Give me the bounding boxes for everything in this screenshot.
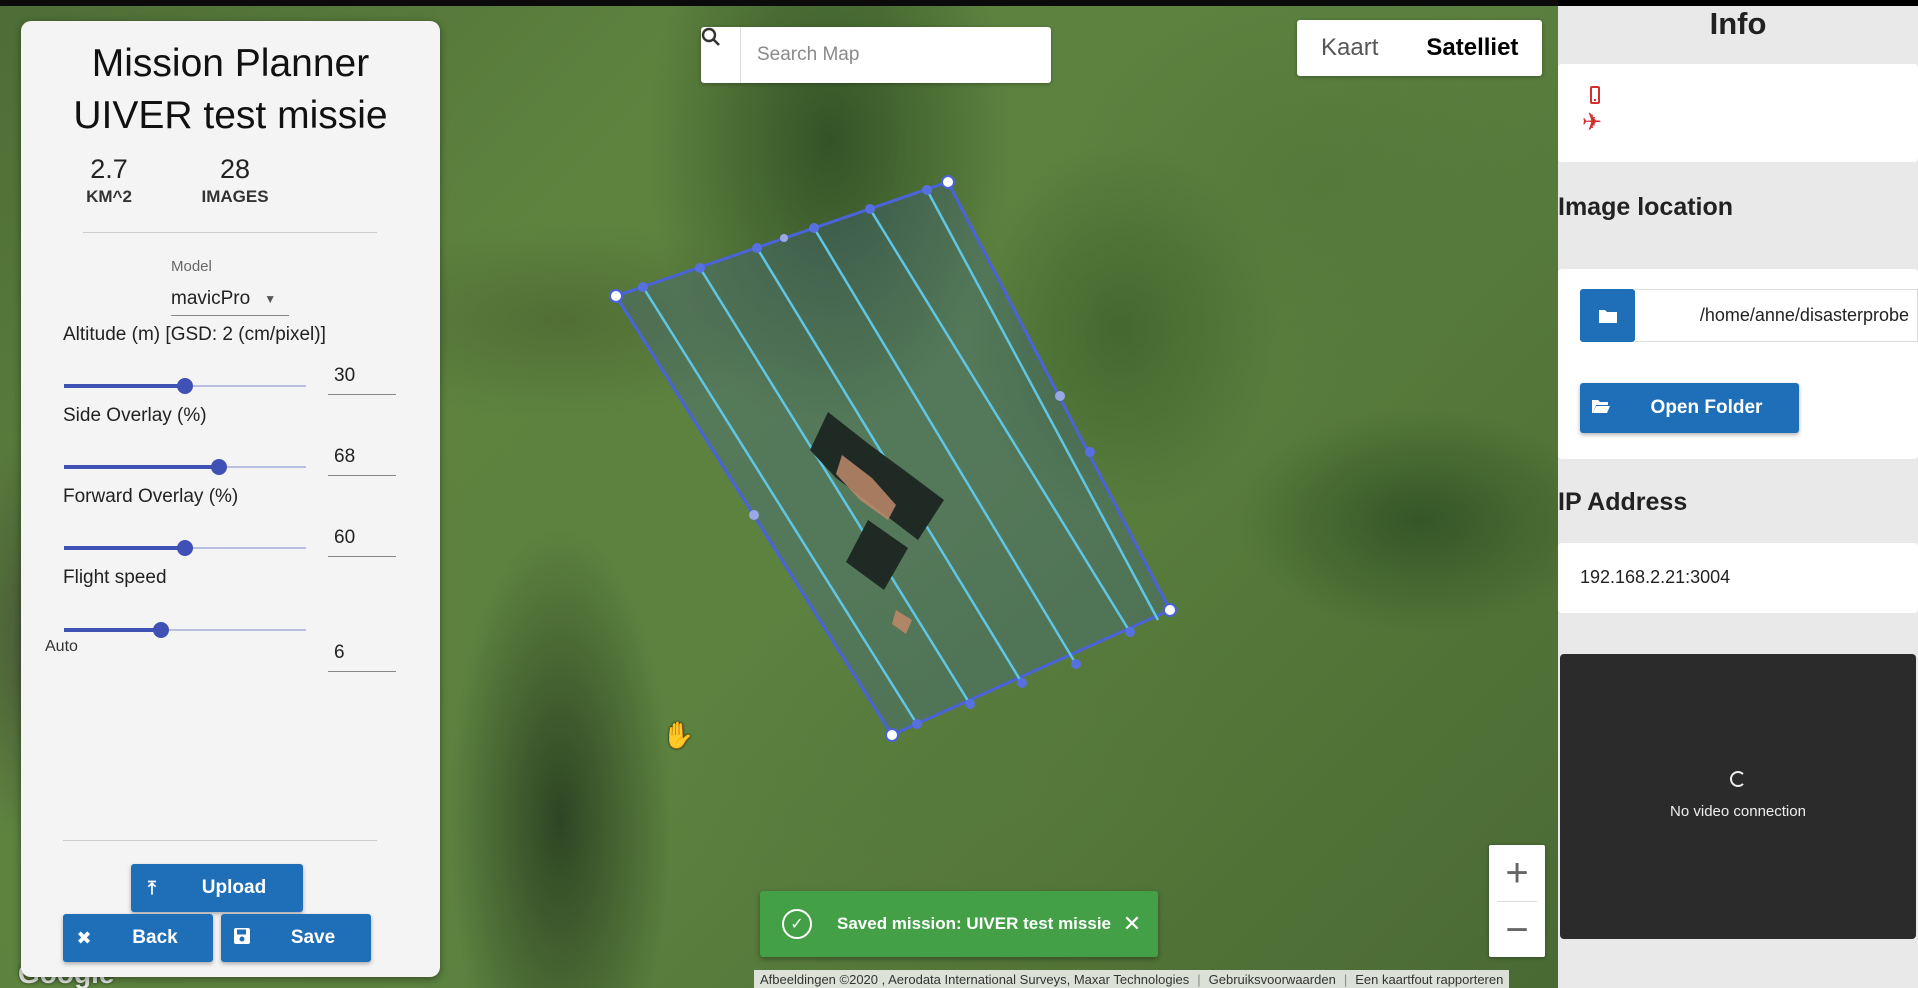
- chevron-down-icon: ▼: [264, 291, 277, 306]
- notification-message: Saved mission: UIVER test missie: [837, 914, 1111, 933]
- vertex-handle: [609, 289, 623, 303]
- loading-spinner-icon: [1730, 771, 1746, 787]
- search-input[interactable]: [741, 44, 1041, 66]
- area-stat: 2.7 KM^2: [64, 154, 154, 207]
- map-type-satelliet[interactable]: Satelliet: [1402, 20, 1542, 76]
- no-video-message: No video connection: [1670, 803, 1806, 820]
- images-unit: IMAGES: [201, 187, 269, 206]
- imagery-credit: Afbeeldingen ©2020 , Aerodata Internatio…: [760, 971, 1190, 987]
- model-select[interactable]: mavicPro ▼: [171, 282, 289, 316]
- report-error-link[interactable]: Een kaartfout rapporteren: [1355, 972, 1503, 987]
- ip-address-heading: IP Address: [1558, 488, 1688, 516]
- divider: [63, 840, 377, 841]
- zoom-out-button[interactable]: −: [1489, 902, 1545, 958]
- slider-thumb[interactable]: [177, 378, 193, 394]
- area-unit: KM^2: [86, 187, 132, 206]
- back-button[interactable]: ✖ Back: [63, 914, 213, 962]
- model-label: Model: [171, 258, 212, 275]
- flight-speed-label: Flight speed: [63, 567, 167, 588]
- image-location-card: /home/anne/disasterprobe Open Folder: [1558, 269, 1918, 459]
- slider-thumb[interactable]: [177, 540, 193, 556]
- search-icon[interactable]: [701, 27, 741, 83]
- vertex-handle: [885, 728, 899, 742]
- terms-link[interactable]: Gebruiksvoorwaarden: [1209, 972, 1336, 987]
- info-panel: Info ✈ Image location /home/anne/disaste…: [1558, 6, 1918, 988]
- image-location-heading: Image location: [1558, 193, 1734, 221]
- phone-icon: [1590, 86, 1600, 104]
- video-feed: No video connection: [1560, 654, 1916, 939]
- panel-title: Mission Planner: [91, 42, 370, 85]
- forward-overlay-input[interactable]: 60: [328, 519, 396, 557]
- flight-speed-input[interactable]: 6: [328, 634, 396, 672]
- mission-planner-panel: Mission Planner UIVER test missie 2.7 KM…: [21, 21, 440, 977]
- ip-address-value: 192.168.2.21:3004: [1580, 567, 1731, 587]
- zoom-control: + −: [1489, 845, 1545, 957]
- flight-speed-slider[interactable]: [64, 620, 306, 640]
- save-notification: ✓ Saved mission: UIVER test missie ✕: [760, 891, 1158, 957]
- ip-card: 192.168.2.21:3004: [1558, 543, 1918, 613]
- model-value: mavicPro: [171, 287, 251, 309]
- side-overlay-input[interactable]: 68: [328, 438, 396, 476]
- upload-icon: ⤒: [148, 877, 156, 898]
- slider-thumb[interactable]: [152, 622, 169, 638]
- close-icon[interactable]: ✕: [1112, 911, 1152, 937]
- zoom-in-button[interactable]: +: [1489, 845, 1545, 901]
- map-search[interactable]: [701, 27, 1051, 83]
- check-circle-icon: ✓: [782, 909, 812, 939]
- map-type-kaart[interactable]: Kaart: [1297, 20, 1402, 76]
- folder-icon[interactable]: [1580, 289, 1635, 342]
- save-button[interactable]: Save: [221, 914, 371, 962]
- map-attribution: Afbeeldingen ©2020 , Aerodata Internatio…: [754, 970, 1510, 988]
- side-overlay-label: Side Overlay (%): [63, 405, 207, 426]
- images-value: 28: [219, 154, 251, 184]
- mission-name: UIVER test missie: [73, 94, 388, 137]
- plane-icon: ✈: [1582, 109, 1603, 136]
- slider-thumb[interactable]: [210, 459, 227, 475]
- forward-overlay-slider[interactable]: [64, 538, 306, 558]
- images-stat: 28 IMAGES: [177, 154, 293, 207]
- auto-label: Auto: [45, 638, 78, 655]
- altitude-slider[interactable]: [64, 376, 306, 396]
- image-path-field[interactable]: /home/anne/disasterprobe: [1635, 289, 1918, 342]
- side-overlay-slider[interactable]: [64, 457, 306, 477]
- vertex-handle: [941, 175, 955, 189]
- altitude-label: Altitude (m) [GSD: 2 (cm/pixel)]: [63, 324, 326, 345]
- upload-button[interactable]: ⤒ Upload: [131, 864, 303, 912]
- divider: [83, 232, 377, 233]
- area-value: 2.7: [90, 154, 128, 184]
- forward-overlay-label: Forward Overlay (%): [63, 486, 239, 507]
- open-folder-button[interactable]: Open Folder: [1580, 383, 1799, 433]
- map-type-control: Kaart Satelliet: [1297, 20, 1543, 76]
- folder-open-icon: [1580, 398, 1622, 419]
- altitude-input[interactable]: 30: [328, 357, 396, 395]
- info-title: Info: [1709, 6, 1767, 41]
- save-icon: [221, 927, 263, 950]
- close-icon: ✖: [76, 927, 92, 948]
- vertex-handle: [1163, 603, 1177, 617]
- status-card: ✈: [1558, 64, 1918, 162]
- hand-cursor-icon: ✋: [662, 720, 695, 750]
